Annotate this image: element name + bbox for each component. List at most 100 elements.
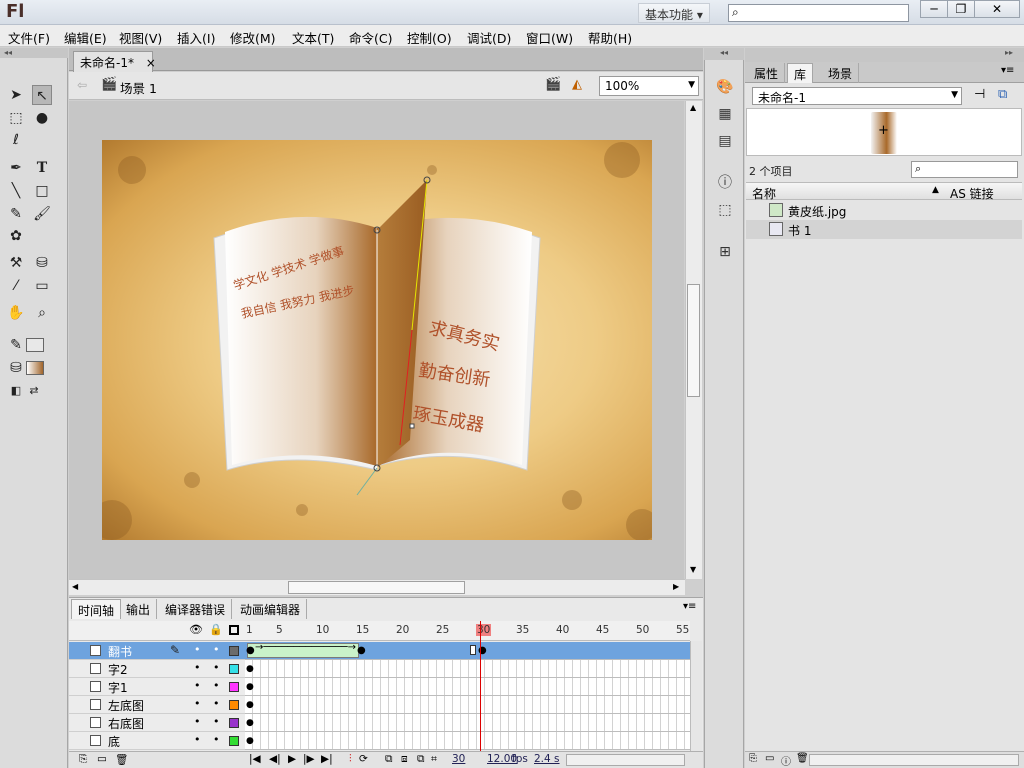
frame-row[interactable]: ● — [245, 696, 690, 714]
lock-dot[interactable]: • — [213, 697, 220, 710]
menu-edit[interactable]: 编辑(E) — [64, 28, 107, 47]
edit-scene-icon[interactable]: 🎬 — [545, 77, 561, 92]
library-grip[interactable]: ▸▸ — [745, 48, 1024, 62]
eraser-tool-icon[interactable]: ▭ — [32, 276, 52, 296]
layer-name[interactable]: 右底图 — [108, 715, 144, 732]
menu-help[interactable]: 帮助(H) — [588, 28, 632, 47]
library-document-select[interactable]: 未命名-1 ▼ — [752, 87, 962, 105]
layer-row[interactable]: 底 • • — [69, 732, 245, 750]
zoom-tool-icon[interactable]: ⌕ — [32, 303, 52, 323]
zoom-select[interactable]: 100% ▼ — [599, 76, 699, 96]
keyframe-icon[interactable]: ● — [357, 645, 366, 656]
stroke-color-swatch[interactable] — [26, 338, 44, 352]
menu-modify[interactable]: 修改(M) — [230, 28, 276, 47]
menu-view[interactable]: 视图(V) — [119, 28, 162, 47]
transform-panel-icon[interactable]: ⬚ — [715, 200, 735, 220]
visibility-dot[interactable]: • — [194, 643, 201, 656]
workspace-switcher[interactable]: 基本功能 ▾ — [638, 3, 710, 23]
layer-color-swatch[interactable] — [229, 664, 239, 674]
frame-row[interactable]: ● — [245, 660, 690, 678]
fill-color-swatch[interactable] — [26, 361, 44, 375]
tab-motion-editor[interactable]: 动画编辑器 — [234, 599, 308, 619]
layer-color-swatch[interactable] — [229, 718, 239, 728]
frame-row[interactable]: ● — [245, 714, 690, 732]
keyframe-icon[interactable]: ● — [246, 645, 255, 656]
layer-name[interactable]: 字1 — [108, 679, 128, 696]
lock-dot[interactable]: • — [213, 715, 220, 728]
paint-bucket-tool-icon[interactable]: ⛁ — [32, 253, 52, 273]
scroll-left-icon[interactable]: ◀ — [72, 582, 78, 591]
default-colors-icon[interactable]: ◧ — [6, 381, 26, 401]
layer-name[interactable]: 左底图 — [108, 697, 144, 714]
play-icon[interactable]: ▶ — [288, 753, 296, 765]
keyframe-icon[interactable]: ● — [246, 664, 254, 674]
edit-multiple-icon[interactable]: ⧉ — [417, 753, 425, 766]
subselection-tool-icon[interactable]: ↖ — [32, 85, 52, 105]
lock-dot[interactable]: • — [213, 661, 220, 674]
layer-name[interactable]: 字2 — [108, 661, 128, 678]
panel-menu-icon[interactable]: ▾≡ — [683, 601, 696, 612]
color-panel-icon[interactable]: 🎨 — [715, 77, 735, 97]
help-search-input[interactable]: ⌕ — [728, 4, 909, 22]
lock-dot[interactable]: • — [213, 679, 220, 692]
layer-color-swatch[interactable] — [229, 682, 239, 692]
pin-library-icon[interactable]: ⊣ — [974, 87, 985, 102]
menu-text[interactable]: 文本(T) — [292, 28, 334, 47]
tab-scene[interactable]: 场景 — [822, 63, 860, 83]
layer-row[interactable]: 右底图 • • — [69, 714, 245, 732]
stroke-color-icon[interactable]: ✎ — [6, 335, 26, 355]
3d-rotation-tool-icon[interactable]: ● — [32, 108, 52, 128]
new-folder-icon[interactable]: ▭ — [97, 753, 107, 765]
back-arrow-icon[interactable]: ⇦ — [77, 78, 87, 92]
stage[interactable]: 学文化 学技术 学做事 我自信 我努力 我进步 求真务实 勤奋创新 琢玉成器 — [102, 140, 652, 540]
menu-insert[interactable]: 插入(I) — [177, 28, 215, 47]
layer-row[interactable]: 字1 • • — [69, 678, 245, 696]
pencil-tool-icon[interactable]: ✎ — [6, 204, 26, 224]
swatches-panel-icon[interactable]: ▦ — [715, 104, 735, 124]
new-layer-icon[interactable]: ⎘ — [79, 753, 87, 766]
loop-icon[interactable]: ⟳ — [359, 753, 368, 765]
last-frame-icon[interactable]: ▶| — [321, 753, 333, 765]
lock-dot[interactable]: • — [213, 733, 220, 746]
close-button[interactable]: ✕ — [974, 0, 1020, 18]
hand-tool-icon[interactable]: ✋ — [6, 303, 26, 323]
info-panel-icon[interactable]: ⓘ — [715, 173, 735, 193]
stage-vertical-scrollbar[interactable]: ▲ ▼ — [685, 101, 702, 579]
timeline-horizontal-scrollbar[interactable] — [566, 754, 685, 766]
new-library-panel-icon[interactable]: ⧉ — [998, 87, 1007, 102]
menu-file[interactable]: 文件(F) — [8, 28, 50, 47]
tab-library[interactable]: 库 — [787, 63, 814, 83]
properties-icon[interactable]: ⓘ — [781, 753, 791, 768]
stage-horizontal-scrollbar[interactable]: ◀ ▶ — [69, 579, 685, 595]
visibility-dot[interactable]: • — [194, 715, 201, 728]
frame-row[interactable]: ● — [245, 732, 690, 750]
column-as-linkage[interactable]: AS 链接 — [950, 185, 994, 202]
onion-skin-icon[interactable]: ⧉ — [385, 753, 393, 766]
keyframe-icon[interactable]: ● — [246, 700, 254, 710]
current-frame[interactable]: 30 — [452, 753, 465, 765]
panel-menu-icon[interactable]: ▾≡ — [1001, 65, 1014, 76]
icon-strip-grip[interactable]: ◂◂ — [704, 48, 744, 60]
frame-row[interactable]: ● — [245, 678, 690, 696]
visibility-dot[interactable]: • — [194, 661, 201, 674]
column-name[interactable]: 名称 — [752, 185, 776, 202]
swap-colors-icon[interactable]: ⇄ — [24, 381, 44, 401]
layer-row[interactable]: 字2 • • — [69, 660, 245, 678]
keyframe-icon[interactable]: ● — [246, 682, 254, 692]
document-tab[interactable]: 未命名-1* × — [73, 51, 156, 72]
scroll-down-icon[interactable]: ▼ — [690, 565, 696, 574]
toolbox-grip[interactable]: ◂◂ — [0, 48, 68, 58]
new-symbol-icon[interactable]: ⎘ — [749, 753, 757, 764]
prev-frame-icon[interactable]: ◀| — [269, 753, 281, 765]
align-panel-icon[interactable]: ▤ — [715, 131, 735, 151]
keyframe-icon[interactable]: ● — [246, 736, 254, 746]
library-horizontal-scrollbar[interactable] — [809, 754, 1019, 766]
tab-properties[interactable]: 属性 — [748, 63, 786, 83]
restore-button[interactable]: ❐ — [947, 0, 975, 18]
library-item[interactable]: 书 1 — [746, 220, 1022, 239]
bone-tool-icon[interactable]: ⚒ — [6, 253, 26, 273]
menu-commands[interactable]: 命令(C) — [349, 28, 392, 47]
components-panel-icon[interactable]: ⊞ — [715, 242, 735, 262]
eye-icon[interactable]: 👁 — [189, 623, 203, 636]
horizontal-scroll-thumb[interactable] — [288, 581, 465, 594]
